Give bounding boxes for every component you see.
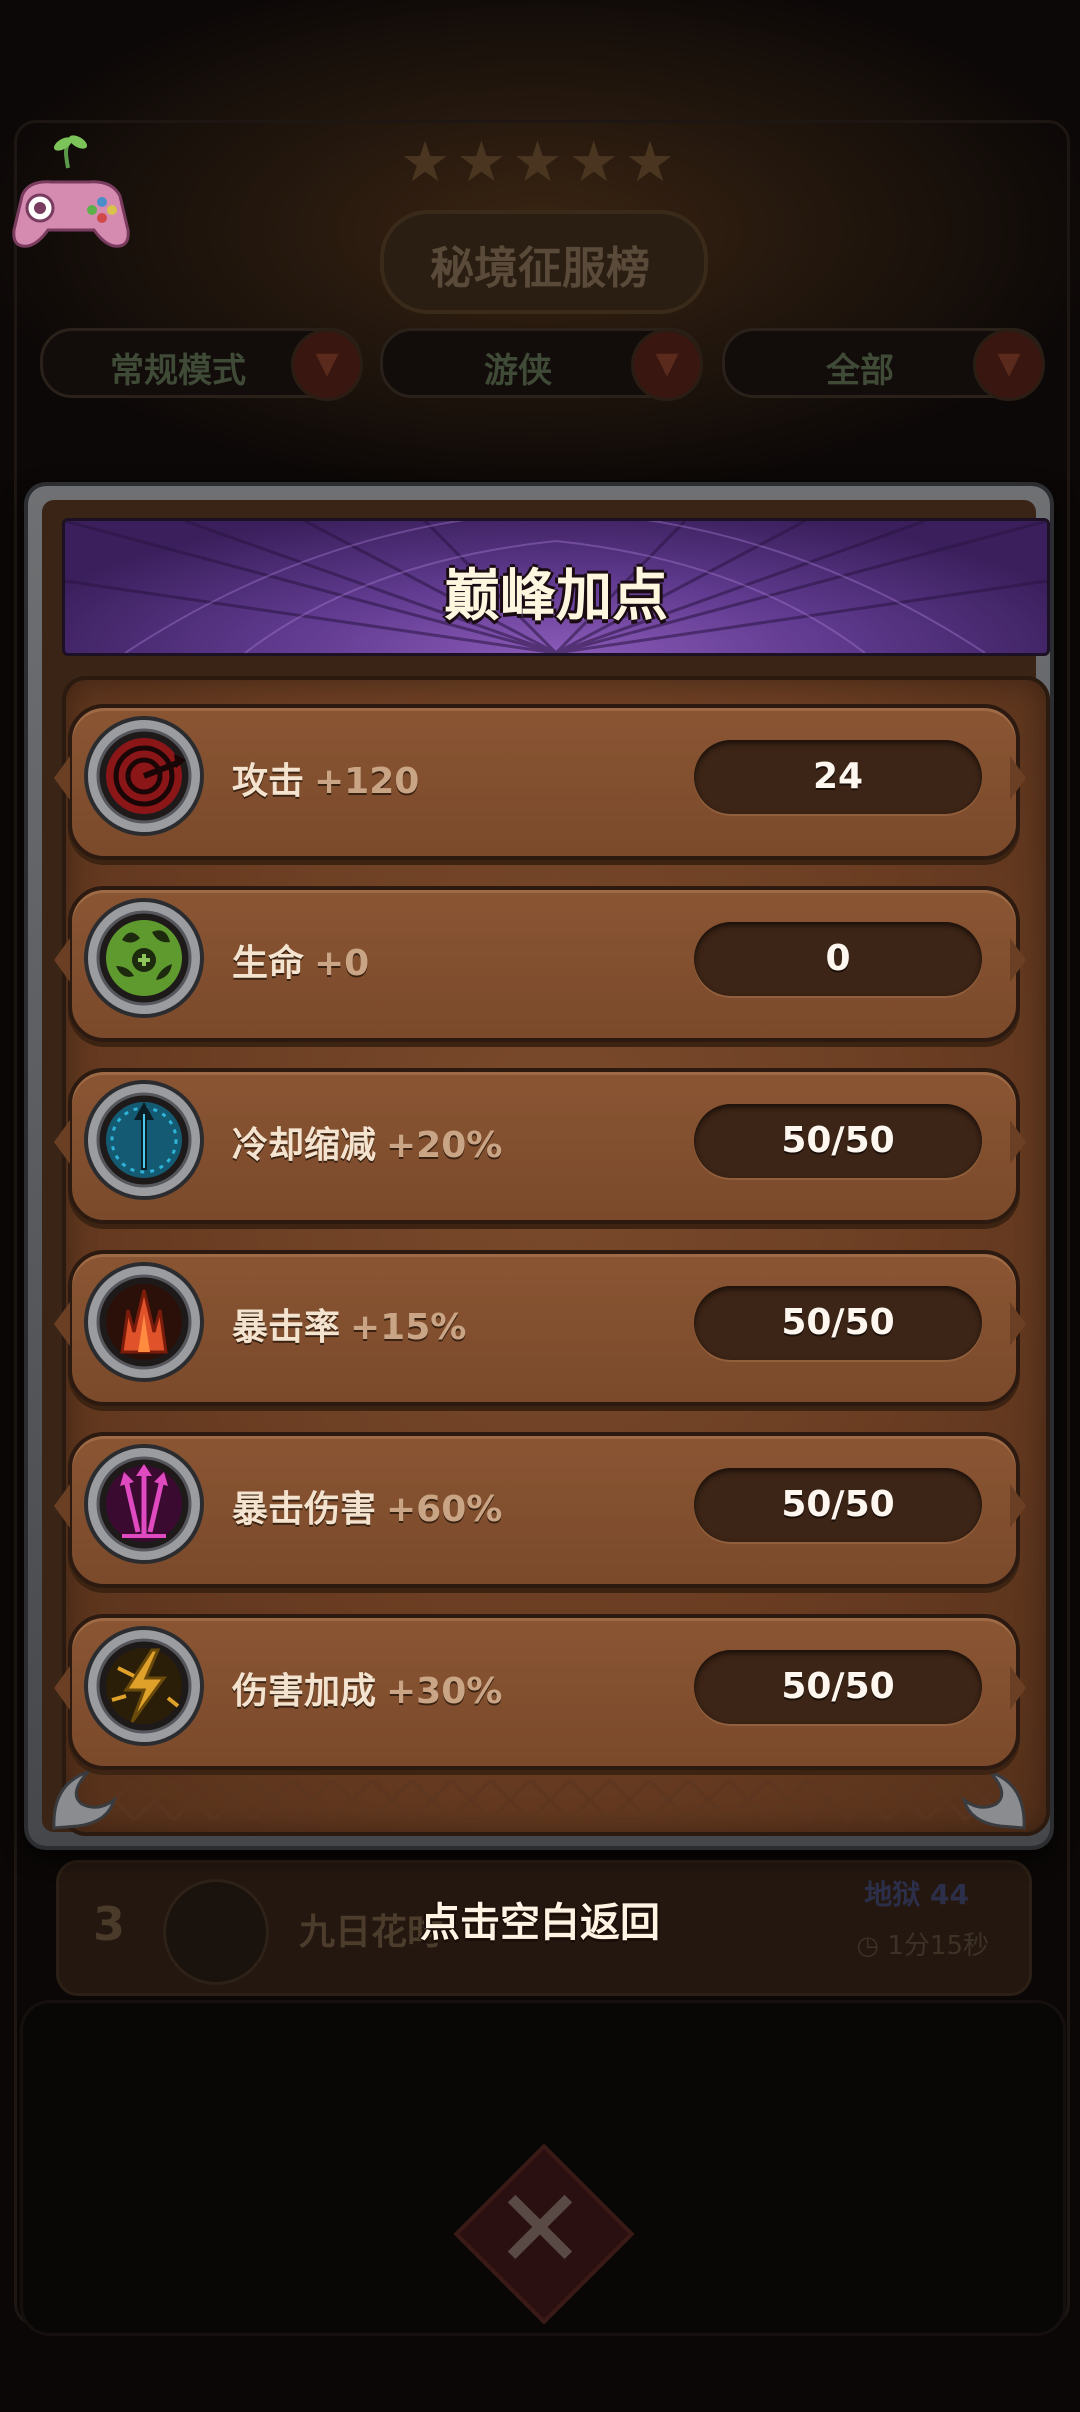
stat-label: 攻击: [232, 761, 305, 802]
dialog-title: 巅峰加点: [444, 564, 668, 629]
stat-bonus: +20%: [386, 1125, 503, 1166]
stat-name-cooldown: 冷却缩减 +20%: [232, 1116, 502, 1168]
stat-label: 暴击率: [232, 1307, 341, 1348]
stat-value-crit-damage: 50/50: [694, 1468, 982, 1542]
close-x-icon: ✕: [493, 2165, 587, 2293]
panel-decoration: [112, 1780, 992, 1820]
damage-bonus-lightning-icon: [84, 1626, 204, 1746]
row-arrow-right: [1010, 1484, 1026, 1528]
cooldown-clock-icon: [84, 1080, 204, 1200]
stat-label: 冷却缩减: [232, 1125, 377, 1166]
corner-ornament-left: [52, 1768, 117, 1830]
filter-class-label: 游侠: [484, 351, 552, 391]
stat-name-crit-rate: 暴击率 +15%: [232, 1298, 466, 1350]
chevron-down-icon: ▼: [631, 329, 703, 401]
stat-row-crit-rate[interactable]: 暴击率 +15% 50/50: [54, 1250, 1026, 1406]
stat-name-crit-damage: 暴击伤害 +60%: [232, 1480, 502, 1532]
stat-value-damage-bonus: 50/50: [694, 1650, 982, 1724]
attack-target-icon: [84, 716, 204, 836]
stat-label: 生命: [232, 943, 305, 984]
leaderboard-title: 秘境征服榜: [430, 243, 650, 294]
crit-damage-arrows-icon: [84, 1444, 204, 1564]
stat-bonus: +60%: [386, 1489, 503, 1530]
stat-row-damage-bonus[interactable]: 伤害加成 +30% 50/50: [54, 1614, 1026, 1770]
stat-bonus: +15%: [350, 1307, 467, 1348]
row-arrow-right: [1010, 1302, 1026, 1346]
stat-value-crit-rate: 50/50: [694, 1286, 982, 1360]
tap-blank-to-return[interactable]: 点击空白返回: [0, 1890, 1080, 1948]
row-arrow-left: [54, 1302, 70, 1346]
row-arrow-right: [1010, 756, 1026, 800]
chevron-down-icon: ▼: [973, 329, 1045, 401]
stat-bonus: +120: [314, 761, 420, 802]
row-arrow-right: [1010, 1120, 1026, 1164]
row-arrow-left: [54, 756, 70, 800]
row-arrow-left: [54, 1484, 70, 1528]
filter-scope-label: 全部: [826, 351, 894, 391]
filter-mode-dropdown[interactable]: 常规模式 ▼: [40, 328, 363, 401]
stars-decoration: ★★★★★: [400, 130, 682, 195]
dialog-header: 巅峰加点: [62, 518, 1050, 656]
filter-class-dropdown[interactable]: 游侠 ▼: [380, 328, 703, 401]
stat-row-attack[interactable]: 攻击 +120 24: [54, 704, 1026, 860]
row-arrow-left: [54, 938, 70, 982]
stat-bonus: +30%: [386, 1671, 503, 1712]
stat-bonus: +0: [314, 943, 370, 984]
stat-name-attack: 攻击 +120: [232, 752, 419, 804]
crit-rate-flame-icon: [84, 1262, 204, 1382]
filter-mode-label: 常规模式: [110, 351, 246, 391]
stat-value-cooldown: 50/50: [694, 1104, 982, 1178]
life-heart-icon: [84, 898, 204, 1018]
filter-scope-dropdown[interactable]: 全部 ▼: [722, 328, 1045, 401]
gamepad-logo-icon[interactable]: [8, 130, 132, 270]
stat-row-life[interactable]: 生命 +0 0: [54, 886, 1026, 1042]
chevron-down-icon: ▼: [291, 329, 363, 401]
stat-name-life: 生命 +0: [232, 934, 369, 986]
stat-value-attack: 24: [694, 740, 982, 814]
stat-label: 伤害加成: [232, 1671, 377, 1712]
row-arrow-left: [54, 1120, 70, 1164]
stat-row-crit-damage[interactable]: 暴击伤害 +60% 50/50: [54, 1432, 1026, 1588]
stat-label: 暴击伤害: [232, 1489, 377, 1530]
stat-value-life: 0: [694, 922, 982, 996]
row-arrow-left: [54, 1666, 70, 1710]
stat-row-cooldown[interactable]: 冷却缩减 +20% 50/50: [54, 1068, 1026, 1224]
row-arrow-right: [1010, 1666, 1026, 1710]
stat-name-damage-bonus: 伤害加成 +30%: [232, 1662, 502, 1714]
corner-ornament-right: [961, 1768, 1026, 1830]
row-arrow-right: [1010, 938, 1026, 982]
